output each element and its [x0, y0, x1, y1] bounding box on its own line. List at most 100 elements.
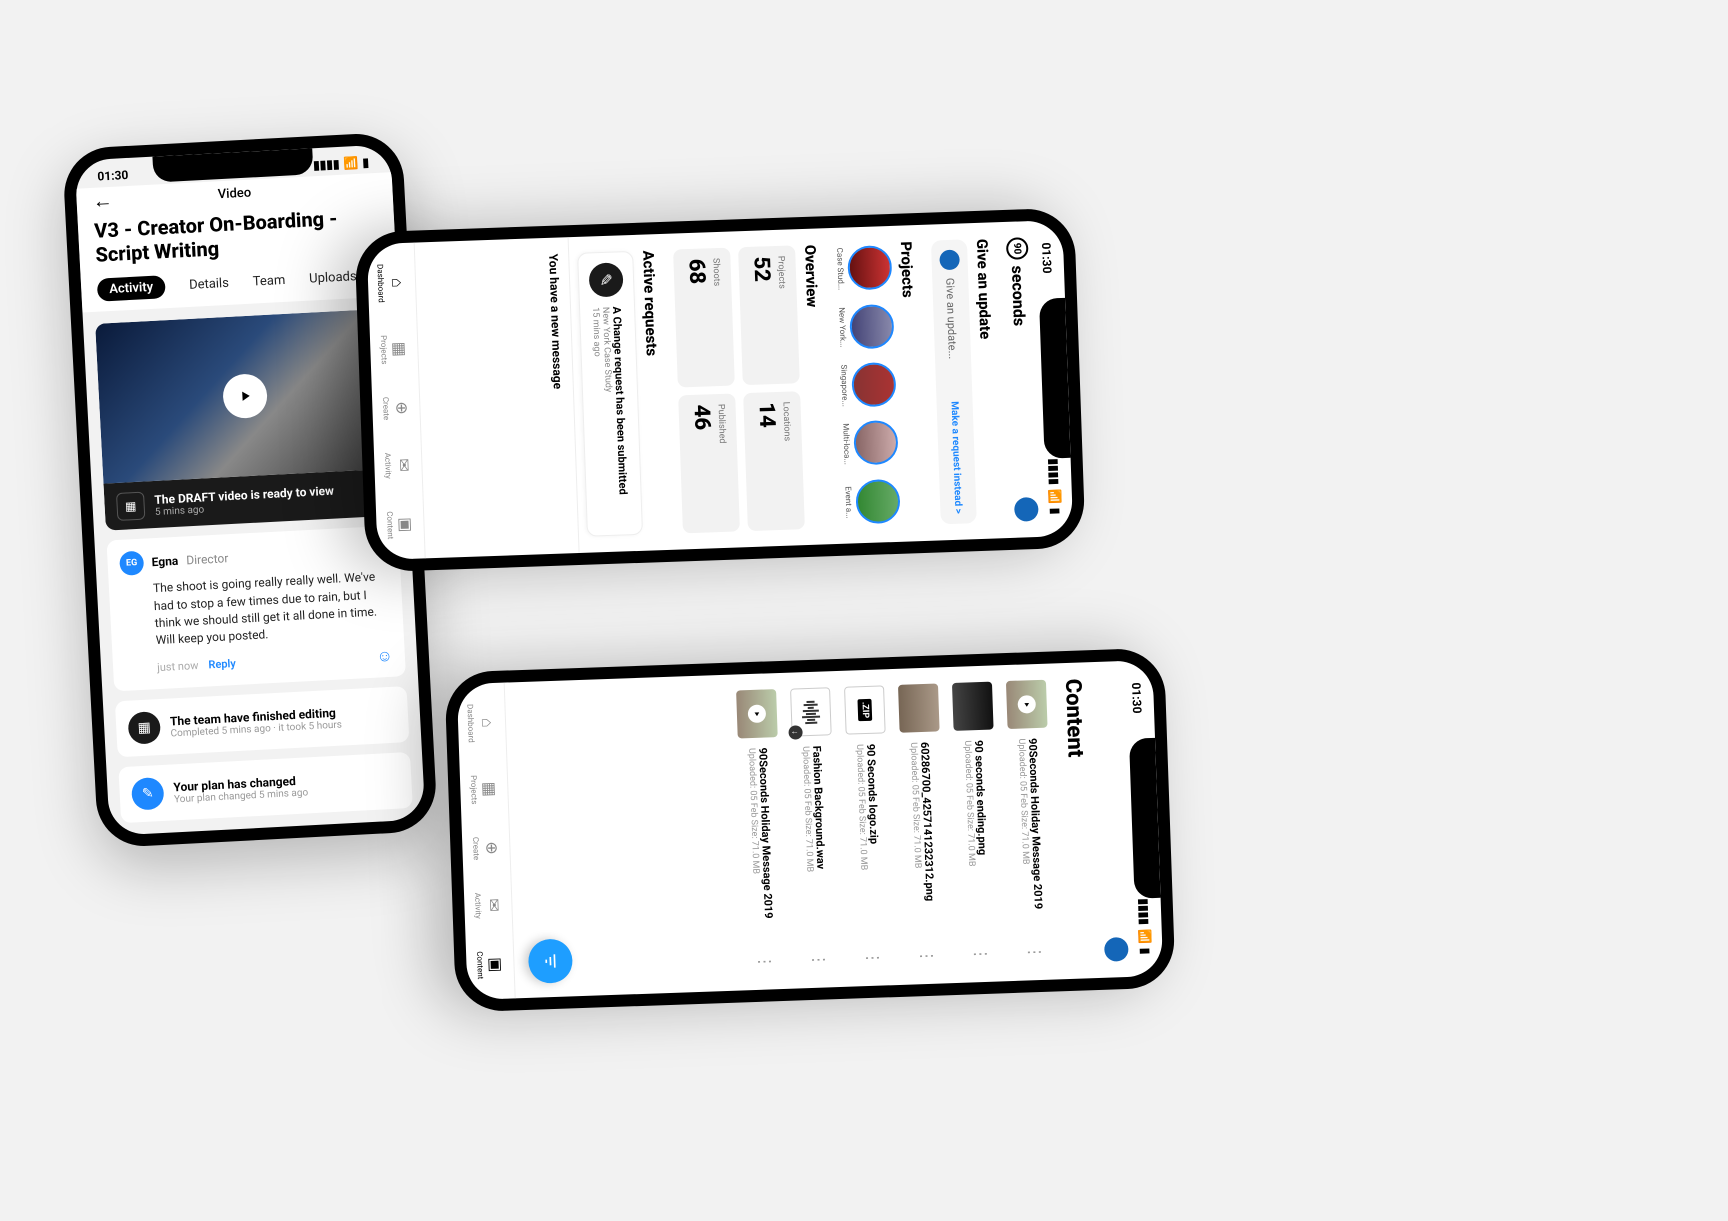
play-icon	[1017, 695, 1036, 714]
nav-projects[interactable]: ▦Projects	[468, 774, 500, 804]
more-icon[interactable]: ⋮	[810, 947, 830, 972]
avatar: EG	[119, 551, 144, 576]
more-icon[interactable]: ⋮	[756, 949, 776, 974]
wifi-icon: 📶	[1138, 929, 1153, 944]
file-thumb-video	[1006, 680, 1048, 729]
project-item[interactable]: Multi-loca...	[841, 417, 899, 469]
file-row[interactable]: .ZIP 90 Seconds logo.zipUploaded: 05 Feb…	[838, 681, 900, 975]
tab-activity[interactable]: Activity	[97, 275, 166, 302]
home-icon: ⌂	[387, 278, 407, 288]
download-badge-icon: ↓	[788, 725, 802, 739]
reel-icon: ▦	[116, 492, 145, 521]
status-time: 01:30	[97, 168, 129, 184]
overview-heading: Overview	[801, 244, 829, 528]
more-icon[interactable]: ⋮	[918, 944, 938, 969]
signal-icon: ▮▮▮▮	[1047, 458, 1062, 485]
wifi-icon: 📶	[1048, 489, 1063, 504]
projects-icon: ▦	[480, 781, 500, 797]
update-composer[interactable]: Give an update... Make a request instead…	[931, 239, 977, 524]
signal-icon: ▮▮▮▮	[313, 157, 340, 172]
status-time: 01:30	[1039, 242, 1054, 273]
file-row[interactable]: 90Seconds Holiday Message 2019Uploaded: …	[730, 685, 792, 979]
request-link[interactable]: Make a request instead >	[949, 401, 964, 514]
project-item[interactable]: Singapore...	[839, 359, 897, 411]
file-thumb-image	[952, 682, 994, 731]
phone-content: 01:30 ▮▮▮▮ 📶 ▮ Content 90Seconds Holiday…	[444, 648, 1175, 1013]
brand-logo-icon: 90	[1006, 237, 1029, 260]
battery-icon: ▮	[1138, 948, 1152, 955]
project-item[interactable]: Event a...	[843, 475, 901, 527]
brand: 90 seconds	[1006, 237, 1031, 326]
profile-avatar[interactable]	[1014, 497, 1039, 522]
topbar-title: Video	[217, 186, 251, 203]
chat-icon: ✉	[394, 458, 413, 472]
notch	[1129, 738, 1161, 899]
project-item[interactable]: Case Stud...	[835, 242, 893, 294]
folder-icon: ▣	[486, 957, 506, 973]
file-row[interactable]: 60286700_4257141232312.pngUploaded: 05 F…	[892, 679, 954, 973]
editing-icon: ▦	[127, 711, 161, 745]
comment-time: just now	[157, 659, 199, 674]
tab-uploads[interactable]: Uploads	[309, 269, 357, 286]
home-icon: ⌂	[477, 718, 497, 728]
file-row[interactable]: ↓ Fashion Background.wavUploaded: 05 Feb…	[784, 683, 846, 977]
update-placeholder: Give an update...	[944, 278, 960, 360]
reply-button[interactable]: Reply	[208, 657, 236, 671]
stat-card: Shoots68	[673, 248, 735, 388]
update-heading: Give an update	[973, 238, 1001, 522]
more-icon[interactable]: ⋮	[972, 942, 992, 967]
wifi-icon: 📶	[343, 156, 359, 171]
nav-create[interactable]: ⊕Create	[470, 836, 502, 860]
nav-create[interactable]: ⊕Create	[380, 396, 412, 420]
nav-dashboard[interactable]: ⌂Dashboard	[465, 703, 497, 743]
tab-team[interactable]: Team	[252, 273, 285, 290]
nav-projects[interactable]: ▦Projects	[378, 334, 410, 364]
play-icon[interactable]	[222, 373, 268, 419]
comment-body: The shoot is going really really well. W…	[153, 568, 392, 650]
navbar: ⌂Dashboard ▦Projects ⊕Create ✉Activity ▣…	[367, 243, 426, 560]
request-card[interactable]: ✎ A Change request has been submitted Ne…	[577, 251, 643, 537]
projects-row[interactable]: Case Stud... New York... Singapore... Mu…	[835, 242, 901, 528]
editing-status-card[interactable]: ▦ The team have finished editing Complet…	[115, 686, 410, 757]
project-item[interactable]: New York...	[837, 300, 895, 352]
file-row[interactable]: 90 seconds ending.pngUploaded: 05 Feb Si…	[946, 677, 1008, 971]
file-thumb-audio: ↓	[790, 687, 832, 736]
status-time: 01:30	[1129, 682, 1144, 713]
projects-icon: ▦	[390, 341, 410, 357]
battery-icon: ▮	[362, 155, 369, 169]
projects-heading: Projects	[897, 241, 925, 525]
stat-card: Projects52	[738, 245, 800, 385]
profile-avatar[interactable]	[1104, 937, 1129, 962]
folder-icon: ▣	[396, 517, 416, 533]
emoji-button[interactable]: ☺	[376, 646, 393, 667]
plan-status-card[interactable]: ✎ Your plan has changed Your plan change…	[118, 752, 413, 823]
file-thumb-video	[736, 689, 778, 738]
file-thumb-zip: .ZIP	[844, 685, 886, 734]
waveform-icon	[801, 700, 820, 724]
back-button[interactable]: ←	[92, 188, 113, 214]
plan-icon: ✎	[131, 777, 165, 811]
mini-avatar	[939, 250, 960, 271]
nav-activity[interactable]: ✉Activity	[382, 452, 414, 479]
commenter-role: Director	[186, 551, 229, 567]
nav-content[interactable]: ▣Content	[384, 510, 416, 539]
chat-icon: ✉	[484, 898, 503, 912]
more-icon[interactable]: ⋮	[1025, 940, 1045, 965]
signal-icon: ▮▮▮▮	[1137, 898, 1152, 925]
video-card[interactable]: ▦ The DRAFT video is ready to view 5 min…	[95, 309, 397, 531]
tab-details[interactable]: Details	[189, 276, 230, 293]
nav-activity[interactable]: ✉Activity	[472, 892, 504, 919]
brand-text: seconds	[1008, 265, 1029, 326]
more-icon[interactable]: ⋮	[864, 946, 884, 971]
nav-content[interactable]: ▣Content	[474, 950, 506, 979]
request-icon: ✎	[589, 262, 624, 297]
notch	[1039, 298, 1071, 459]
battery-icon: ▮	[1048, 508, 1062, 515]
video-thumbnail[interactable]	[95, 309, 395, 484]
stat-card: Published46	[678, 393, 740, 533]
file-list: 90Seconds Holiday Message 2019Uploaded: …	[505, 663, 1063, 998]
nav-dashboard[interactable]: ⌂Dashboard	[375, 263, 407, 303]
phone-dashboard: 01:30 ▮▮▮▮ 📶 ▮ 90 seconds Give an update…	[354, 208, 1085, 573]
file-row[interactable]: 90Seconds Holiday Message 2019Uploaded: …	[1000, 675, 1062, 969]
play-icon	[748, 704, 767, 723]
